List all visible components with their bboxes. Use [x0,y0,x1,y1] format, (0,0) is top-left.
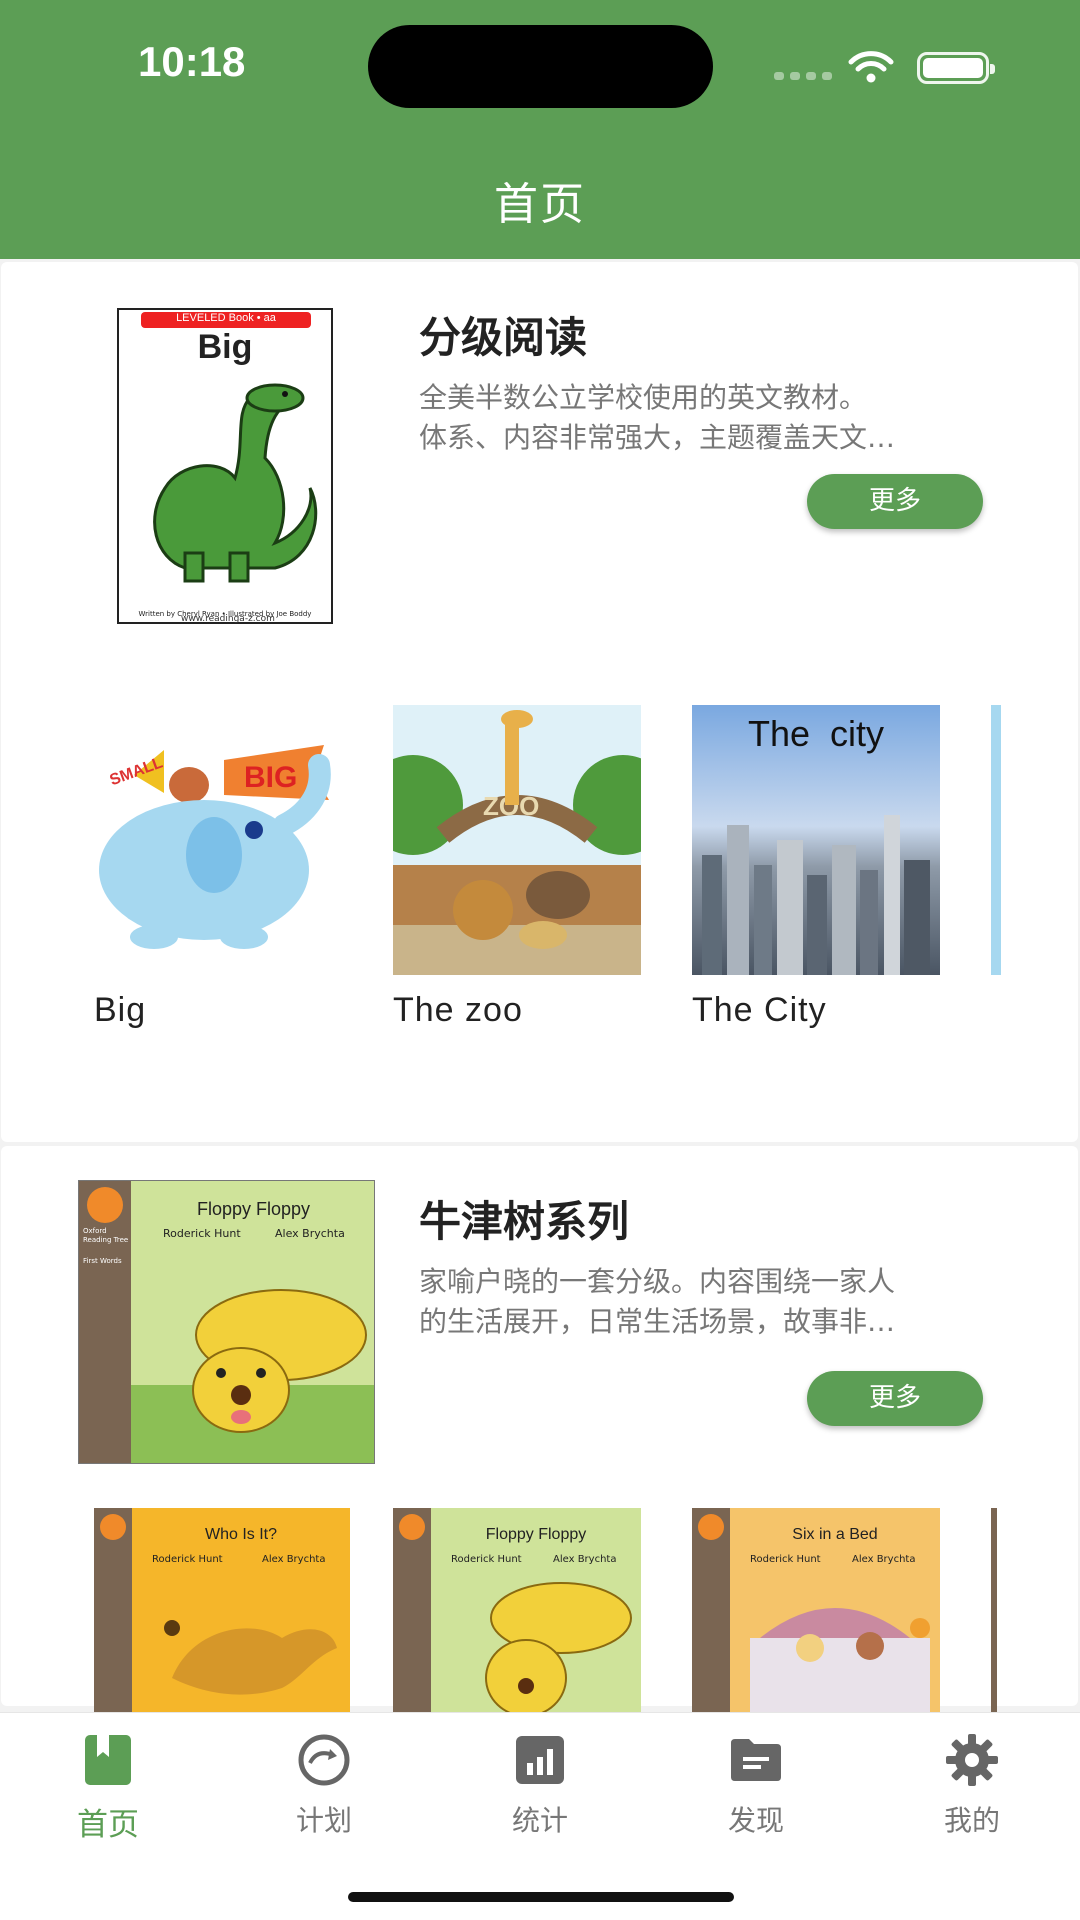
book-item[interactable]: Six in a Bed Roderick Hunt Alex Brychta [692,1508,940,1718]
book-item[interactable]: The city The City [692,705,940,1030]
leveled-reading-cover[interactable]: LEVELED Book • aa Big Written by Cheryl … [117,308,333,624]
book-cover [991,705,1001,975]
zoo-illustration: ZOO [393,710,641,975]
dinosaur-illustration [153,383,318,583]
tab-label: 发现 [727,1804,784,1837]
dog-illustration [131,1289,374,1463]
dynamic-island [368,25,713,108]
cover-title: Six in a Bed [792,1526,878,1543]
tab-profile[interactable]: 我的 [897,1733,1047,1839]
tab-home[interactable]: 首页 [33,1733,183,1844]
book-cover: ZOO [393,705,641,975]
section-title: 牛津树系列 [419,1197,630,1246]
book-title: Big [94,991,147,1029]
more-button[interactable]: 更多 [807,474,983,529]
cover-title: Who Is It? [204,1526,278,1543]
book-item[interactable]: ZOO The zoo [393,705,641,1030]
shadow-dog-illustration [164,1620,337,1695]
cover-author: Roderick Hunt [750,1554,821,1565]
cover-title: Floppy Floppy [196,1199,311,1219]
cover-author: Roderick Hunt [163,1227,241,1240]
book-item-partial[interactable] [991,705,1001,975]
tab-plan[interactable]: 计划 [249,1733,399,1839]
gear-icon [946,1734,998,1786]
tab-label: 我的 [943,1804,1000,1837]
book-item[interactable]: SMALL BIG Big [94,705,342,1030]
cover-spine [79,1181,131,1463]
series-name: Oxford Reading Tree [83,1227,129,1244]
chart-icon [516,1736,564,1784]
city-skyline-illustration [702,815,930,975]
cover-title: Big [197,328,253,366]
tree-logo-icon [100,1514,126,1540]
tab-label: 统计 [511,1804,568,1837]
tree-logo-icon [698,1514,724,1540]
cover-author: Roderick Hunt [451,1554,522,1565]
cover-site: www.readinga-z.com [181,614,275,624]
book-icon [85,1735,131,1785]
cellular-signal-icon [774,72,832,80]
bed-illustration [750,1608,930,1718]
elephant-illustration: SMALL BIG [99,745,331,949]
page-title: 首页 [494,179,586,230]
cover-tag: LEVELED Book • aa [141,312,311,328]
book-item[interactable]: Floppy Floppy Roderick Hunt Alex Brychta [393,1508,641,1718]
battery-icon [917,52,995,84]
cover-title: Floppy Floppy [485,1526,587,1543]
book-item[interactable]: Who Is It? Roderick Hunt Alex Brychta [94,1508,350,1718]
book-cover: The city [692,705,940,975]
more-button[interactable]: 更多 [807,1371,983,1426]
tab-label: 计划 [295,1804,352,1837]
book-title: The zoo [393,991,523,1029]
series-level: First Words [83,1257,122,1265]
cover-author: Roderick Hunt [152,1554,223,1565]
tab-label: 首页 [77,1807,139,1843]
status-time: 10:18 [138,38,246,85]
book-cover: Who Is It? Roderick Hunt Alex Brychta [94,1508,350,1718]
tree-logo-icon [87,1187,123,1223]
section-description: 全美半数公立学校使用的英文教材。 体系、内容非常强大，主题覆盖天文… [419,381,896,454]
tree-logo-icon [399,1514,425,1540]
book-title: The City [692,991,827,1029]
home-indicator[interactable] [348,1892,734,1902]
section-card-oxford-tree: Oxford Reading Tree First Words Floppy F… [1,1146,1078,1718]
dog-illustration [485,1582,632,1717]
book-cover: Six in a Bed Roderick Hunt Alex Brychta [692,1508,940,1718]
oxford-tree-cover[interactable]: Oxford Reading Tree First Words Floppy F… [78,1180,375,1464]
cover-illustrator: Alex Brychta [852,1554,916,1565]
cover-illustrator: Alex Brychta [262,1554,326,1565]
flag-right-text: BIG [244,761,297,794]
section-title: 分级阅读 [419,313,588,362]
folder-icon [731,1739,781,1781]
book-item-partial[interactable] [991,1508,997,1718]
section-card-leveled-reading: LEVELED Book • aa Big Written by Cheryl … [1,262,1078,1142]
cover-illustrator: Alex Brychta [553,1554,617,1565]
cover-illustrator: Alex Brychta [275,1227,345,1240]
tab-discover[interactable]: 发现 [681,1733,831,1839]
book-cover [991,1508,997,1718]
bottom-tab-bar: 首页 计划 统计 发现 我的 [0,1712,1080,1920]
refresh-icon [298,1734,350,1786]
book-cover: Floppy Floppy Roderick Hunt Alex Brychta [393,1508,641,1718]
wifi-icon [848,51,894,83]
section-description: 家喻户晓的一套分级。内容围绕一家人 的生活展开，日常生活场景，故事非… [419,1265,896,1338]
tab-stats[interactable]: 统计 [465,1733,615,1839]
book-cover: SMALL BIG [94,705,342,975]
app-header: 10:18 首页 [0,0,1080,259]
